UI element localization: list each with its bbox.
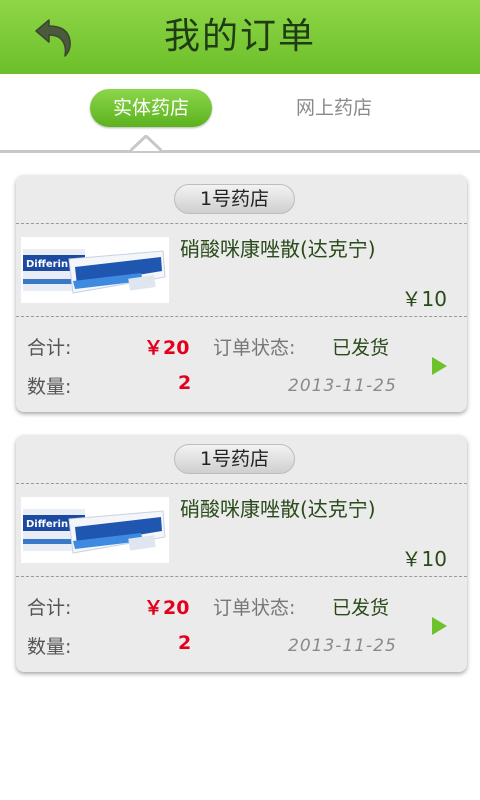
product-name: 硝酸咪康唑散(达克宁) [180, 237, 376, 261]
divider [16, 576, 467, 577]
order-date: 2013-11-25 [288, 636, 397, 656]
quantity-value: 2 [178, 632, 192, 654]
order-status-label: 订单状态: [213, 337, 296, 359]
product-image: Differin [21, 497, 169, 563]
order-list: 1号药店 Differin 硝酸咪康唑散(达克宁) ￥10 合计: ￥20 订单… [0, 153, 480, 800]
total-label: 合计: [27, 337, 72, 359]
play-arrow-icon[interactable] [432, 357, 447, 375]
tab-bar: 实体药店 网上药店 [0, 74, 480, 152]
order-status-label: 订单状态: [213, 597, 296, 619]
quantity-label: 数量: [27, 376, 72, 398]
back-arrow-icon[interactable] [30, 14, 78, 62]
divider [16, 483, 467, 484]
tab-physical-pharmacy[interactable]: 实体药店 [90, 89, 212, 127]
product-image: Differin [21, 237, 169, 303]
play-arrow-icon[interactable] [432, 617, 447, 635]
total-value: ￥20 [144, 337, 190, 359]
divider [16, 316, 467, 317]
shop-name-badge: 1号药店 [174, 184, 295, 214]
svg-text:Differin: Differin [26, 519, 68, 530]
order-date: 2013-11-25 [288, 376, 397, 396]
shop-name-badge: 1号药店 [174, 444, 295, 474]
order-status-value: 已发货 [332, 337, 390, 359]
order-card[interactable]: 1号药店 Differin 硝酸咪康唑散(达克宁) ￥10 合计: ￥20 订单… [16, 435, 467, 672]
order-card[interactable]: 1号药店 Differin 硝酸咪康唑散(达克宁) ￥10 合计: ￥20 订单… [16, 175, 467, 412]
total-value: ￥20 [144, 597, 190, 619]
header-bar: 我的订单 [0, 0, 480, 74]
product-name: 硝酸咪康唑散(达克宁) [180, 497, 376, 521]
quantity-value: 2 [178, 372, 192, 394]
divider [16, 223, 467, 224]
product-price: ￥10 [401, 287, 447, 311]
tab-online-pharmacy[interactable]: 网上药店 [272, 89, 396, 127]
svg-text:Differin: Differin [26, 259, 68, 270]
tab-indicator-notch [130, 135, 162, 151]
total-label: 合计: [27, 597, 72, 619]
product-price: ￥10 [401, 547, 447, 571]
quantity-label: 数量: [27, 636, 72, 658]
order-status-value: 已发货 [332, 597, 390, 619]
